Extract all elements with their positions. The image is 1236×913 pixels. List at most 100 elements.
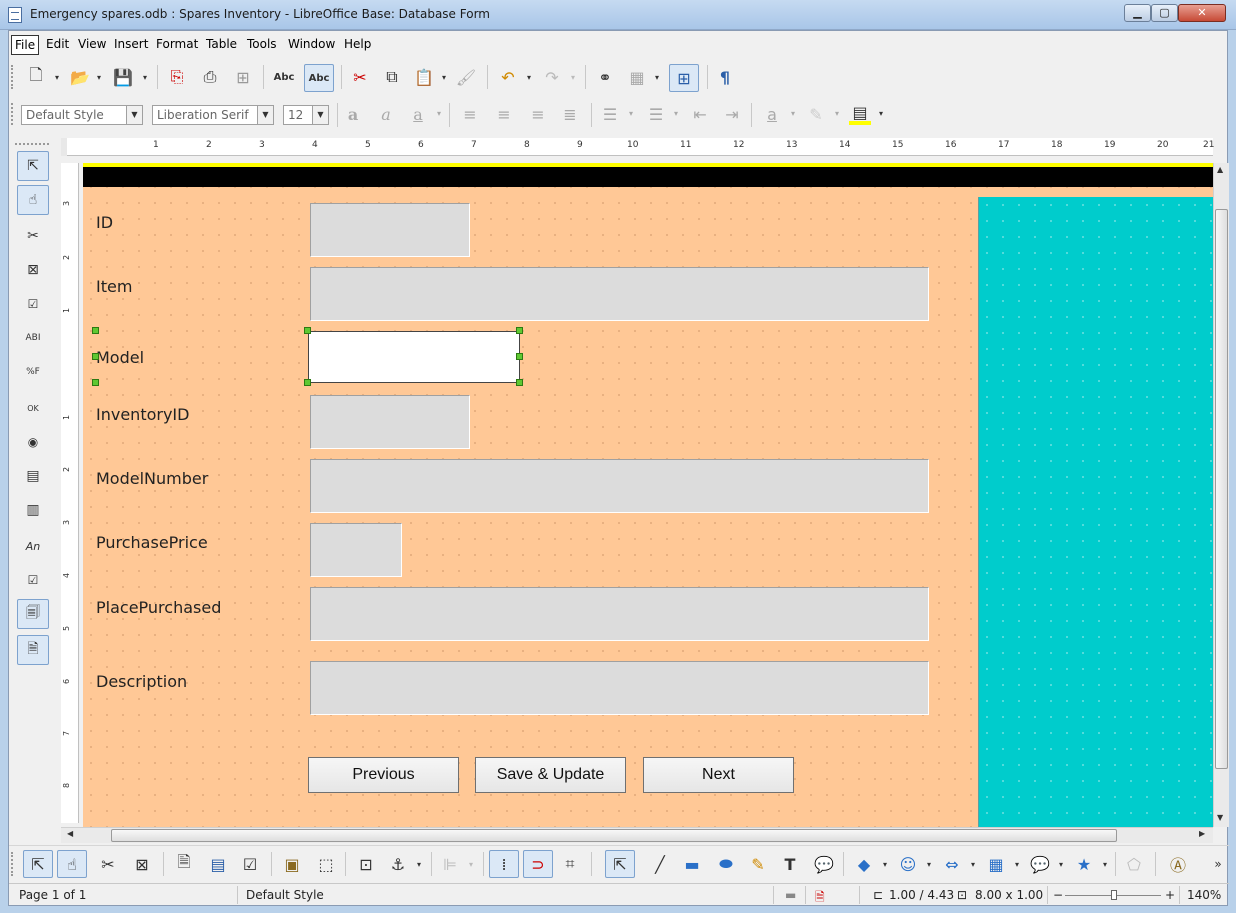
highlighting-dropdown-arrow[interactable]: ▾ bbox=[835, 109, 843, 118]
fontwork-icon[interactable]: Ⓐ bbox=[1167, 853, 1189, 875]
hyperlink-icon[interactable]: ⚭ bbox=[594, 66, 616, 88]
text-box-icon[interactable]: T bbox=[779, 853, 801, 875]
label-placepurchased[interactable]: PlacePurchased bbox=[96, 598, 221, 617]
increase-indent-icon[interactable]: ⇥ bbox=[721, 103, 743, 125]
menu-insert[interactable]: Insert bbox=[111, 35, 151, 55]
more-controls-icon[interactable]: ☑ bbox=[17, 565, 49, 595]
display-grid-icon[interactable]: ⁞ bbox=[489, 850, 519, 878]
form-properties-icon[interactable]: 🗎 bbox=[17, 635, 49, 665]
push-button-icon[interactable]: OK bbox=[17, 393, 49, 423]
underline-icon[interactable]: a bbox=[407, 103, 429, 125]
select-pointer-icon[interactable]: ⇱ bbox=[17, 151, 49, 181]
cut-icon[interactable]: ✂ bbox=[349, 66, 371, 88]
selection-mode-icon[interactable]: ▬ bbox=[785, 888, 796, 902]
background-color-icon[interactable]: ▤ bbox=[849, 103, 871, 125]
decrease-indent-icon[interactable]: ⇤ bbox=[689, 103, 711, 125]
menu-format[interactable]: Format bbox=[153, 35, 201, 55]
alignment-icon[interactable]: ⊫ bbox=[439, 853, 461, 875]
open-folder-icon[interactable]: 📂 bbox=[69, 66, 91, 88]
toolbar-grip[interactable] bbox=[15, 143, 49, 146]
vertical-scroll-thumb[interactable] bbox=[1215, 209, 1228, 769]
alignment-dropdown-arrow[interactable]: ▾ bbox=[469, 860, 477, 869]
vertical-scrollbar[interactable]: ▲ ▼ bbox=[1213, 163, 1229, 827]
label-modelnumber[interactable]: ModelNumber bbox=[96, 469, 208, 488]
label-description[interactable]: Description bbox=[96, 672, 187, 691]
autospell-icon[interactable]: Abc bbox=[304, 64, 334, 92]
horizontal-scroll-thumb[interactable] bbox=[111, 829, 1117, 842]
vertical-ruler[interactable]: 3 2 1 1 2 3 4 5 6 7 8 9 bbox=[61, 163, 79, 840]
save-icon[interactable]: 💾 bbox=[112, 66, 134, 88]
toolbar-grip[interactable] bbox=[11, 103, 14, 125]
selection-handle[interactable] bbox=[516, 379, 523, 386]
horizontal-scrollbar[interactable]: ◀ ▶ bbox=[61, 827, 1213, 843]
save-dropdown-arrow[interactable]: ▾ bbox=[143, 73, 151, 82]
label-id[interactable]: ID bbox=[96, 213, 113, 232]
block-arrows-icon[interactable]: ⇔ bbox=[941, 853, 963, 875]
add-field-icon[interactable]: ▣ bbox=[281, 853, 303, 875]
callout-shapes-icon[interactable]: 💬 bbox=[1029, 853, 1051, 875]
zoom-value[interactable]: 140% bbox=[1187, 888, 1221, 902]
rectangle-icon[interactable]: ▬ bbox=[681, 853, 703, 875]
activation-order-icon[interactable]: ☑ bbox=[239, 853, 261, 875]
align-center-icon[interactable]: ≡ bbox=[493, 103, 515, 125]
text-box-icon[interactable]: ABI bbox=[17, 323, 49, 353]
symbol-shapes-icon[interactable]: ☺ bbox=[897, 853, 919, 875]
combo-box-icon[interactable]: ▥ bbox=[17, 495, 49, 525]
copy-icon[interactable]: ⧉ bbox=[381, 66, 403, 88]
undo-dropdown-arrow[interactable]: ▾ bbox=[527, 73, 535, 82]
label-inventoryid[interactable]: InventoryID bbox=[96, 405, 189, 424]
symbol-shapes-dropdown-arrow[interactable]: ▾ bbox=[927, 860, 935, 869]
numbered-list-dropdown-arrow[interactable]: ▾ bbox=[629, 109, 637, 118]
close-button[interactable]: ✕ bbox=[1178, 4, 1226, 22]
callouts-icon[interactable]: 💬 bbox=[813, 853, 835, 875]
basic-shapes-dropdown-arrow[interactable]: ▾ bbox=[883, 860, 891, 869]
scroll-down-arrow[interactable]: ▼ bbox=[1217, 813, 1223, 822]
highlighting-icon[interactable]: ✎ bbox=[805, 103, 827, 125]
align-right-icon[interactable]: ≡ bbox=[527, 103, 549, 125]
formatted-field-icon[interactable]: %F bbox=[17, 357, 49, 387]
selection-handle[interactable] bbox=[304, 379, 311, 386]
print-icon[interactable]: ⎙ bbox=[199, 66, 221, 88]
item-field[interactable] bbox=[310, 267, 929, 321]
selection-handle[interactable] bbox=[516, 327, 523, 334]
redo-dropdown-arrow[interactable]: ▾ bbox=[571, 73, 579, 82]
list-box-icon[interactable]: ▤ bbox=[17, 461, 49, 491]
paragraph-style-combo[interactable]: Default Style ▼ bbox=[21, 105, 143, 125]
modelnumber-field[interactable] bbox=[310, 459, 929, 513]
redo-icon[interactable]: ↷ bbox=[541, 66, 563, 88]
chevron-down-icon[interactable]: ▼ bbox=[257, 106, 273, 124]
menu-file[interactable]: File bbox=[11, 35, 40, 55]
export-pdf-icon[interactable]: ⎘ bbox=[166, 66, 188, 88]
chevron-down-icon[interactable]: ▼ bbox=[312, 106, 328, 124]
open-dropdown-arrow[interactable]: ▾ bbox=[97, 73, 105, 82]
flowchart-icon[interactable]: ▦ bbox=[985, 853, 1007, 875]
control-wizards-icon[interactable]: ✂ bbox=[97, 853, 119, 875]
menu-help[interactable]: Help bbox=[341, 35, 374, 55]
font-name-combo[interactable]: Liberation Serif ▼ bbox=[152, 105, 274, 125]
guides-moving-icon[interactable]: ⌗ bbox=[559, 853, 581, 875]
option-button-icon[interactable]: ◉ bbox=[17, 427, 49, 457]
menu-view[interactable]: View bbox=[75, 35, 109, 55]
selection-handle[interactable] bbox=[92, 327, 99, 334]
selection-handle[interactable] bbox=[92, 379, 99, 386]
select-pointer-icon[interactable]: ⇱ bbox=[23, 850, 53, 878]
stars-icon[interactable]: ★ bbox=[1073, 853, 1095, 875]
form-design-icon[interactable]: ⊠ bbox=[131, 853, 153, 875]
freeform-line-icon[interactable]: ✎ bbox=[747, 853, 769, 875]
zoom-in-button[interactable]: + bbox=[1165, 888, 1175, 902]
inventoryid-field[interactable] bbox=[310, 395, 470, 449]
paste-dropdown-arrow[interactable]: ▾ bbox=[442, 73, 450, 82]
selection-handle[interactable] bbox=[304, 327, 311, 334]
zoom-out-button[interactable]: − bbox=[1053, 888, 1063, 902]
next-button[interactable]: Next bbox=[643, 757, 794, 793]
background-color-dropdown-arrow[interactable]: ▾ bbox=[879, 109, 887, 118]
label-field-icon[interactable]: An bbox=[17, 531, 49, 561]
form-navigator-icon[interactable]: ⊞ bbox=[669, 64, 699, 92]
checkbox-icon[interactable]: ☑ bbox=[17, 289, 49, 319]
block-arrows-dropdown-arrow[interactable]: ▾ bbox=[971, 860, 979, 869]
toolbar-grip[interactable] bbox=[11, 852, 14, 876]
design-mode-icon[interactable]: ☝ bbox=[17, 185, 49, 215]
label-model[interactable]: Model bbox=[96, 348, 144, 367]
menu-tools[interactable]: Tools bbox=[244, 35, 280, 55]
more-tools-icon[interactable]: » bbox=[1207, 853, 1229, 875]
